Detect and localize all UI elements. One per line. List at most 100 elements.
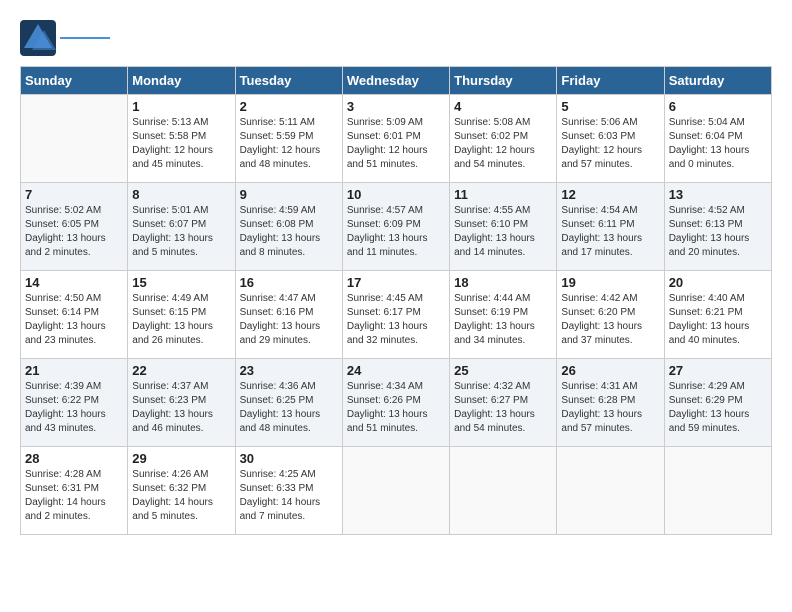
calendar-week-row: 28 Sunrise: 4:28 AM Sunset: 6:31 PM Dayli… [21,447,772,535]
calendar-day-cell: 7 Sunrise: 5:02 AM Sunset: 6:05 PM Daylig… [21,183,128,271]
calendar-day-cell: 3 Sunrise: 5:09 AM Sunset: 6:01 PM Daylig… [342,95,449,183]
calendar-day-cell: 2 Sunrise: 5:11 AM Sunset: 5:59 PM Daylig… [235,95,342,183]
calendar-day-cell: 30Sunrise: 4:25 AM Sunset: 6:33 PM Dayli… [235,447,342,535]
day-info: Sunrise: 4:44 AM Sunset: 6:19 PM Dayligh… [454,292,552,348]
day-info: Sunrise: 4:28 AM Sunset: 6:31 PM Dayligh… [25,468,123,524]
calendar-day-cell: 21 Sunrise: 4:39 AM Sunset: 6:22 PM Dayli… [21,359,128,447]
day-info: Sunrise: 5:08 AM Sunset: 6:02 PM Dayligh… [454,116,552,172]
day-info: Sunrise: 4:36 AM Sunset: 6:25 PM Dayligh… [240,380,338,436]
calendar-day-cell: 24 Sunrise: 4:34 AM Sunset: 6:26 PM Dayli… [342,359,449,447]
calendar-day-cell [557,447,664,535]
weekday-header: Tuesday [235,67,342,95]
day-info: Sunrise: 5:02 AM Sunset: 6:05 PM Dayligh… [25,204,123,260]
day-number: 3 [347,99,445,114]
day-number: 15 [132,275,230,290]
calendar-week-row: 7 Sunrise: 5:02 AM Sunset: 6:05 PM Daylig… [21,183,772,271]
day-info: Sunrise: 4:45 AM Sunset: 6:17 PM Dayligh… [347,292,445,348]
day-info: Sunrise: 4:37 AM Sunset: 6:23 PM Dayligh… [132,380,230,436]
calendar-day-cell: 23 Sunrise: 4:36 AM Sunset: 6:25 PM Dayli… [235,359,342,447]
weekday-header: Friday [557,67,664,95]
day-number: 28 [25,451,123,466]
calendar-week-row: 1 Sunrise: 5:13 AM Sunset: 5:58 PM Daylig… [21,95,772,183]
day-number: 26 [561,363,659,378]
calendar-day-cell: 22 Sunrise: 4:37 AM Sunset: 6:23 PM Dayli… [128,359,235,447]
calendar-day-cell: 12Sunrise: 4:54 AM Sunset: 6:11 PM Dayli… [557,183,664,271]
calendar-day-cell: 5 Sunrise: 5:06 AM Sunset: 6:03 PM Daylig… [557,95,664,183]
weekday-header-row: SundayMondayTuesdayWednesdayThursdayFrid… [21,67,772,95]
logo-icon [20,20,56,56]
day-number: 13 [669,187,767,202]
day-info: Sunrise: 5:09 AM Sunset: 6:01 PM Dayligh… [347,116,445,172]
day-info: Sunrise: 4:57 AM Sunset: 6:09 PM Dayligh… [347,204,445,260]
calendar-day-cell: 18Sunrise: 4:44 AM Sunset: 6:19 PM Dayli… [450,271,557,359]
calendar-week-row: 21 Sunrise: 4:39 AM Sunset: 6:22 PM Dayli… [21,359,772,447]
calendar-day-cell: 11 Sunrise: 4:55 AM Sunset: 6:10 PM Dayli… [450,183,557,271]
calendar-day-cell: 29 Sunrise: 4:26 AM Sunset: 6:32 PM Dayli… [128,447,235,535]
day-info: Sunrise: 5:01 AM Sunset: 6:07 PM Dayligh… [132,204,230,260]
day-number: 27 [669,363,767,378]
calendar-day-cell: 26 Sunrise: 4:31 AM Sunset: 6:28 PM Dayli… [557,359,664,447]
day-number: 22 [132,363,230,378]
calendar-day-cell: 4 Sunrise: 5:08 AM Sunset: 6:02 PM Daylig… [450,95,557,183]
weekday-header: Sunday [21,67,128,95]
calendar-day-cell [450,447,557,535]
day-info: Sunrise: 4:55 AM Sunset: 6:10 PM Dayligh… [454,204,552,260]
day-info: Sunrise: 4:31 AM Sunset: 6:28 PM Dayligh… [561,380,659,436]
calendar-day-cell: 15 Sunrise: 4:49 AM Sunset: 6:15 PM Dayli… [128,271,235,359]
page-header [20,20,772,56]
day-info: Sunrise: 4:52 AM Sunset: 6:13 PM Dayligh… [669,204,767,260]
calendar-day-cell: 27 Sunrise: 4:29 AM Sunset: 6:29 PM Dayli… [664,359,771,447]
calendar-day-cell: 14 Sunrise: 4:50 AM Sunset: 6:14 PM Dayli… [21,271,128,359]
day-number: 30 [240,451,338,466]
calendar-day-cell: 20 Sunrise: 4:40 AM Sunset: 6:21 PM Dayli… [664,271,771,359]
day-number: 1 [132,99,230,114]
day-number: 10 [347,187,445,202]
day-info: Sunrise: 4:32 AM Sunset: 6:27 PM Dayligh… [454,380,552,436]
weekday-header: Monday [128,67,235,95]
day-number: 19 [561,275,659,290]
calendar-day-cell: 19 Sunrise: 4:42 AM Sunset: 6:20 PM Dayli… [557,271,664,359]
day-info: Sunrise: 4:40 AM Sunset: 6:21 PM Dayligh… [669,292,767,348]
calendar-day-cell: 17 Sunrise: 4:45 AM Sunset: 6:17 PM Dayli… [342,271,449,359]
calendar-day-cell: 16Sunrise: 4:47 AM Sunset: 6:16 PM Dayli… [235,271,342,359]
day-number: 5 [561,99,659,114]
day-number: 2 [240,99,338,114]
day-number: 6 [669,99,767,114]
day-number: 7 [25,187,123,202]
day-number: 9 [240,187,338,202]
calendar-day-cell: 6 Sunrise: 5:04 AM Sunset: 6:04 PM Daylig… [664,95,771,183]
day-number: 25 [454,363,552,378]
day-info: Sunrise: 4:29 AM Sunset: 6:29 PM Dayligh… [669,380,767,436]
weekday-header: Thursday [450,67,557,95]
day-info: Sunrise: 5:06 AM Sunset: 6:03 PM Dayligh… [561,116,659,172]
day-info: Sunrise: 4:50 AM Sunset: 6:14 PM Dayligh… [25,292,123,348]
day-info: Sunrise: 4:39 AM Sunset: 6:22 PM Dayligh… [25,380,123,436]
calendar-week-row: 14 Sunrise: 4:50 AM Sunset: 6:14 PM Dayli… [21,271,772,359]
day-number: 23 [240,363,338,378]
calendar-day-cell [21,95,128,183]
day-info: Sunrise: 5:13 AM Sunset: 5:58 PM Dayligh… [132,116,230,172]
day-info: Sunrise: 4:26 AM Sunset: 6:32 PM Dayligh… [132,468,230,524]
calendar-day-cell: 8 Sunrise: 5:01 AM Sunset: 6:07 PM Daylig… [128,183,235,271]
day-number: 11 [454,187,552,202]
day-number: 20 [669,275,767,290]
day-info: Sunrise: 4:59 AM Sunset: 6:08 PM Dayligh… [240,204,338,260]
day-info: Sunrise: 5:11 AM Sunset: 5:59 PM Dayligh… [240,116,338,172]
day-info: Sunrise: 4:54 AM Sunset: 6:11 PM Dayligh… [561,204,659,260]
day-number: 29 [132,451,230,466]
calendar-day-cell: 25 Sunrise: 4:32 AM Sunset: 6:27 PM Dayli… [450,359,557,447]
weekday-header: Wednesday [342,67,449,95]
day-info: Sunrise: 4:49 AM Sunset: 6:15 PM Dayligh… [132,292,230,348]
day-number: 8 [132,187,230,202]
day-info: Sunrise: 4:34 AM Sunset: 6:26 PM Dayligh… [347,380,445,436]
day-info: Sunrise: 5:04 AM Sunset: 6:04 PM Dayligh… [669,116,767,172]
day-number: 21 [25,363,123,378]
calendar-day-cell [342,447,449,535]
day-number: 17 [347,275,445,290]
day-number: 24 [347,363,445,378]
day-number: 14 [25,275,123,290]
day-number: 4 [454,99,552,114]
calendar-day-cell [664,447,771,535]
calendar-day-cell: 28 Sunrise: 4:28 AM Sunset: 6:31 PM Dayli… [21,447,128,535]
day-info: Sunrise: 4:42 AM Sunset: 6:20 PM Dayligh… [561,292,659,348]
